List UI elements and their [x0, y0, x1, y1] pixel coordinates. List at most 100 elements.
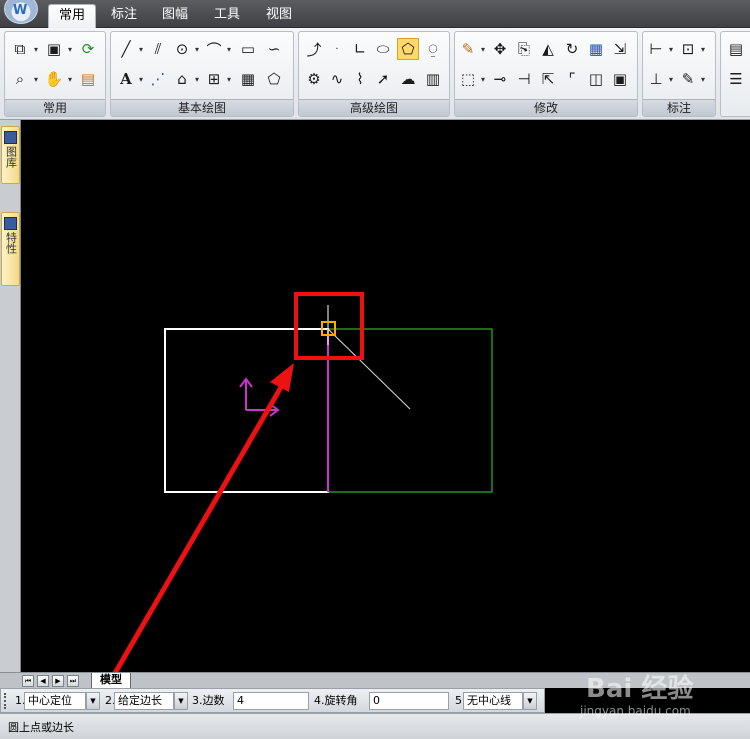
chevron-down-icon[interactable]: ▾: [479, 68, 487, 90]
tab-view[interactable]: 视图: [256, 4, 302, 28]
explode-icon[interactable]: ▣: [609, 68, 631, 90]
chevron-down-icon[interactable]: ▾: [32, 38, 40, 60]
chevron-down-icon[interactable]: ▾: [137, 68, 145, 90]
match-properties-icon[interactable]: ▤: [77, 68, 99, 90]
circle-icon[interactable]: ⊙: [171, 38, 193, 60]
pan-icon[interactable]: ✋: [43, 68, 65, 90]
wave-icon[interactable]: ∿: [326, 68, 348, 90]
ribbon: ⧉ ▾ ▣ ▾ ⟳ ⌕ ▾ ✋ ▾ ▤ 常用 ╱ ▾ ⫽ ⊙ ▾ ⌒ ▾ ▭ ∽…: [0, 28, 750, 120]
layer-icon[interactable]: ▤: [725, 38, 747, 60]
polyline-icon[interactable]: ⤴: [303, 38, 325, 60]
chevron-down-icon[interactable]: ▾: [479, 38, 487, 60]
chevron-down-icon[interactable]: ▾: [66, 68, 74, 90]
sidebar-tab-properties[interactable]: 特性: [1, 212, 20, 286]
command-options-bar: 1. 中心定位 ▼ 2. 给定边长 ▼ 3.边数 4 4.旋转角 0 5. 无中…: [0, 688, 545, 713]
chevron-down-icon[interactable]: ▾: [32, 68, 40, 90]
fillet-icon[interactable]: ⌜: [561, 68, 583, 90]
center-positioning-select[interactable]: 中心定位: [24, 692, 86, 710]
parallel-line-icon[interactable]: ⫽: [147, 38, 169, 60]
table-icon[interactable]: ▥: [422, 68, 444, 90]
regen-icon[interactable]: ⟳: [77, 38, 99, 60]
hatch-icon[interactable]: ⌂: [171, 68, 193, 90]
chevron-down-icon[interactable]: ▾: [193, 68, 201, 90]
break-icon[interactable]: ⊣: [513, 68, 535, 90]
scale-icon[interactable]: ⇱: [537, 68, 559, 90]
chevron-down-icon[interactable]: ▾: [225, 38, 233, 60]
first-tab-icon[interactable]: ⏮: [22, 675, 34, 687]
arrow-icon[interactable]: ➚: [372, 68, 394, 90]
rotation-input[interactable]: 0: [369, 692, 449, 710]
tab-sheet[interactable]: 图幅: [152, 4, 198, 28]
rectangle-icon[interactable]: ▭: [237, 38, 259, 60]
zoom-icon[interactable]: ⌕: [9, 68, 31, 90]
break-line-icon[interactable]: ⌇: [349, 68, 371, 90]
polygon-shape-icon[interactable]: ⬠: [263, 68, 285, 90]
arc-icon[interactable]: ⌒: [203, 38, 225, 60]
text-icon[interactable]: A: [115, 68, 137, 90]
center-mark-icon[interactable]: ⍜: [422, 38, 444, 60]
trim-icon[interactable]: ⬚: [457, 68, 479, 90]
chevron-down-icon[interactable]: ▾: [667, 68, 675, 90]
cloud-icon[interactable]: ☁: [397, 68, 419, 90]
chamfer-icon[interactable]: ◫: [585, 68, 607, 90]
toolbar-grip[interactable]: [4, 693, 7, 709]
drawing-canvas[interactable]: [22, 120, 750, 672]
coordinate-dim-icon[interactable]: ⊥: [645, 68, 667, 90]
panel-title-advanced-draw: 高级绘图: [299, 99, 449, 116]
chevron-down-icon[interactable]: ▾: [137, 38, 145, 60]
ellipse-icon[interactable]: ⬭: [372, 38, 394, 60]
copy-icon[interactable]: ⧉: [9, 38, 31, 60]
drawing-svg: [112, 292, 493, 672]
linetype-icon[interactable]: ☰: [725, 68, 747, 90]
tab-dimension[interactable]: 标注: [102, 4, 146, 28]
tab-common[interactable]: 常用: [48, 4, 96, 28]
chevron-down-icon[interactable]: ▾: [699, 68, 707, 90]
prev-tab-icon[interactable]: ◀: [37, 675, 49, 687]
copy-objects-icon[interactable]: ⎘: [513, 38, 535, 60]
given-side-length-select[interactable]: 给定边长: [114, 692, 174, 710]
panel-title-dimension: 标注: [643, 99, 715, 116]
last-tab-icon[interactable]: ⏭: [67, 675, 79, 687]
chevron-down-icon[interactable]: ▾: [66, 38, 74, 60]
text-edit-icon[interactable]: ✎: [677, 68, 699, 90]
move-icon[interactable]: ✥: [489, 38, 511, 60]
sidebar-tab-label: 图库: [4, 146, 18, 168]
eraser-icon[interactable]: ✎: [457, 38, 479, 60]
stretch-icon[interactable]: ⇲: [609, 38, 631, 60]
extend-icon[interactable]: ⊸: [489, 68, 511, 90]
dimension-icon[interactable]: ⊢: [645, 38, 667, 60]
block-icon[interactable]: ⊞: [203, 68, 225, 90]
chevron-down-icon[interactable]: ▾: [225, 68, 233, 90]
array-icon[interactable]: ▦: [585, 38, 607, 60]
centerline-select[interactable]: 无中心线: [463, 692, 523, 710]
polygon-icon[interactable]: ⬠: [397, 38, 419, 60]
sidebar-tab-library[interactable]: 图库: [1, 126, 20, 184]
line-icon[interactable]: ╱: [115, 38, 137, 60]
fill-icon[interactable]: ▦: [237, 68, 259, 90]
app-logo-icon[interactable]: W: [4, 0, 38, 24]
panel-modify: ✎ ▾ ✥ ⎘ ◭ ↻ ▦ ⇲ ⬚ ▾ ⊸ ⊣ ⇱ ⌜ ◫ ▣ 修改: [454, 31, 638, 117]
gear-icon[interactable]: ⚙: [303, 68, 325, 90]
angle-icon[interactable]: ∟: [349, 38, 371, 60]
chevron-down-icon[interactable]: ▼: [174, 692, 188, 710]
chevron-down-icon[interactable]: ▼: [523, 692, 537, 710]
tab-model[interactable]: 模型: [91, 673, 131, 689]
chevron-down-icon[interactable]: ▾: [667, 38, 675, 60]
centerline-icon[interactable]: ⋰: [147, 68, 169, 90]
spline-icon[interactable]: ∽: [263, 38, 285, 60]
cube-icon[interactable]: ▣: [43, 38, 65, 60]
tolerance-icon[interactable]: ⊡: [677, 38, 699, 60]
properties-icon: [4, 217, 17, 230]
tab-tools[interactable]: 工具: [204, 4, 250, 28]
chevron-down-icon[interactable]: ▼: [86, 692, 100, 710]
sides-input[interactable]: 4: [233, 692, 309, 710]
point-icon[interactable]: ·: [326, 38, 348, 60]
library-icon: [4, 131, 17, 144]
chevron-down-icon[interactable]: ▾: [699, 38, 707, 60]
left-dock-sidebar: 图库 特性: [0, 120, 21, 680]
chevron-down-icon[interactable]: ▾: [193, 38, 201, 60]
mirror-icon[interactable]: ◭: [537, 38, 559, 60]
next-tab-icon[interactable]: ▶: [52, 675, 64, 687]
rotate-icon[interactable]: ↻: [561, 38, 583, 60]
panel-title-modify: 修改: [455, 99, 637, 116]
